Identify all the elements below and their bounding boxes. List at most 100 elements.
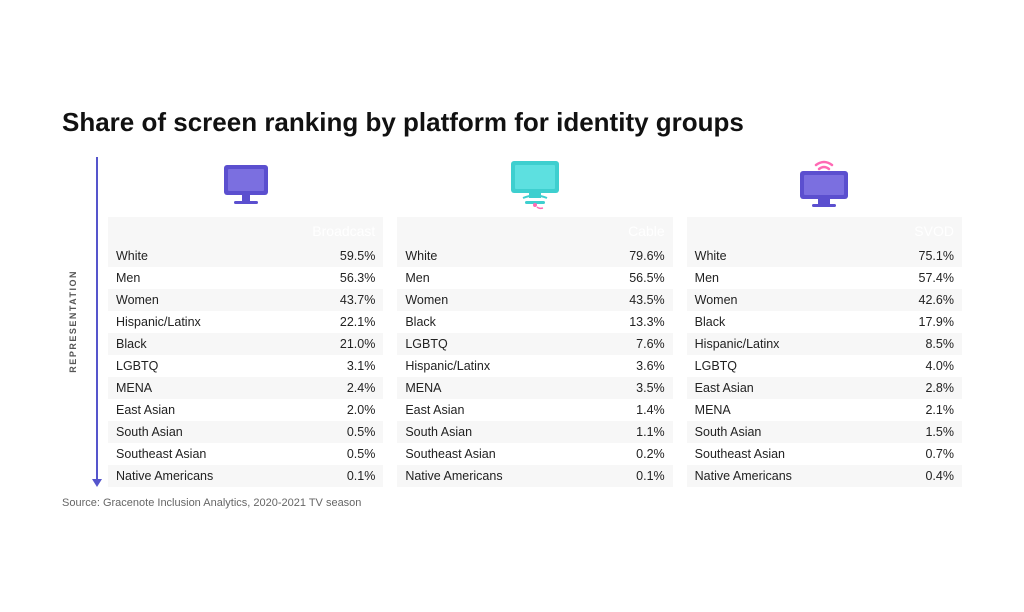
row-label: Men: [108, 267, 297, 289]
chart-area: REPRESENTATION BroadcastWhite59.5%Men56.…: [62, 157, 962, 487]
table-row: East Asian2.0%: [108, 399, 383, 421]
table-row: White79.6%: [397, 245, 672, 267]
table-cable: CableWhite79.6%Men56.5%Women43.5%Black13…: [397, 217, 672, 487]
row-label: Women: [397, 289, 586, 311]
row-label: East Asian: [397, 399, 586, 421]
row-value: 2.4%: [297, 377, 383, 399]
row-value: 0.5%: [297, 443, 383, 465]
table-row: East Asian2.8%: [687, 377, 962, 399]
table-row: MENA3.5%: [397, 377, 672, 399]
row-value: 56.3%: [297, 267, 383, 289]
row-value: 75.1%: [876, 245, 962, 267]
row-value: 0.1%: [297, 465, 383, 487]
table-row: South Asian0.5%: [108, 421, 383, 443]
row-label: Hispanic/Latinx: [687, 333, 876, 355]
table-row: Men57.4%: [687, 267, 962, 289]
row-label: Native Americans: [687, 465, 876, 487]
table-row: Southeast Asian0.2%: [397, 443, 672, 465]
row-label: Black: [687, 311, 876, 333]
table-row: Women42.6%: [687, 289, 962, 311]
representation-arrow: [90, 157, 104, 487]
table-header-cable: Cable: [397, 217, 672, 245]
table-row: Native Americans0.1%: [108, 465, 383, 487]
table-row: MENA2.1%: [687, 399, 962, 421]
row-value: 2.8%: [876, 377, 962, 399]
table-broadcast: BroadcastWhite59.5%Men56.3%Women43.7%His…: [108, 217, 383, 487]
table-row: Southeast Asian0.5%: [108, 443, 383, 465]
row-value: 0.5%: [297, 421, 383, 443]
row-label: White: [108, 245, 297, 267]
arrow-head: [92, 479, 102, 487]
row-value: 21.0%: [297, 333, 383, 355]
table-row: Black13.3%: [397, 311, 672, 333]
platform-svod: SVODWhite75.1%Men57.4%Women42.6%Black17.…: [687, 157, 962, 487]
table-row: Men56.3%: [108, 267, 383, 289]
row-value: 1.5%: [876, 421, 962, 443]
table-row: Native Americans0.1%: [397, 465, 672, 487]
table-row: East Asian1.4%: [397, 399, 672, 421]
cable-tv-icon: [503, 157, 567, 211]
row-value: 43.7%: [297, 289, 383, 311]
table-row: LGBTQ3.1%: [108, 355, 383, 377]
row-value: 3.5%: [587, 377, 673, 399]
row-value: 3.1%: [297, 355, 383, 377]
row-label: Native Americans: [108, 465, 297, 487]
main-container: Share of screen ranking by platform for …: [32, 87, 992, 524]
row-value: 56.5%: [587, 267, 673, 289]
row-label: White: [687, 245, 876, 267]
row-value: 13.3%: [587, 311, 673, 333]
row-label: LGBTQ: [397, 333, 586, 355]
table-header-broadcast: Broadcast: [108, 217, 383, 245]
row-label: South Asian: [397, 421, 586, 443]
row-value: 43.5%: [587, 289, 673, 311]
platform-broadcast: BroadcastWhite59.5%Men56.3%Women43.7%His…: [108, 157, 383, 487]
table-row: South Asian1.5%: [687, 421, 962, 443]
row-value: 1.4%: [587, 399, 673, 421]
row-value: 79.6%: [587, 245, 673, 267]
row-label: East Asian: [108, 399, 297, 421]
source-text: Source: Gracenote Inclusion Analytics, 2…: [62, 497, 962, 509]
row-label: Hispanic/Latinx: [397, 355, 586, 377]
row-label: Women: [687, 289, 876, 311]
table-svod: SVODWhite75.1%Men57.4%Women42.6%Black17.…: [687, 217, 962, 487]
row-value: 42.6%: [876, 289, 962, 311]
table-row: Women43.5%: [397, 289, 672, 311]
row-value: 1.1%: [587, 421, 673, 443]
row-value: 0.4%: [876, 465, 962, 487]
page-title: Share of screen ranking by platform for …: [62, 107, 962, 138]
table-row: Southeast Asian0.7%: [687, 443, 962, 465]
row-label: MENA: [397, 377, 586, 399]
table-row: LGBTQ7.6%: [397, 333, 672, 355]
svod-tv-icon: [792, 157, 856, 211]
row-value: 59.5%: [297, 245, 383, 267]
table-row: MENA2.4%: [108, 377, 383, 399]
row-value: 0.2%: [587, 443, 673, 465]
row-value: 7.6%: [587, 333, 673, 355]
table-row: Hispanic/Latinx8.5%: [687, 333, 962, 355]
row-value: 0.1%: [587, 465, 673, 487]
row-value: 3.6%: [587, 355, 673, 377]
row-value: 57.4%: [876, 267, 962, 289]
table-row: South Asian1.1%: [397, 421, 672, 443]
row-label: Men: [397, 267, 586, 289]
table-header-svod: SVOD: [687, 217, 962, 245]
representation-label-wrapper: REPRESENTATION: [62, 157, 84, 487]
broadcast-tv-icon: [214, 157, 278, 211]
row-label: Women: [108, 289, 297, 311]
table-row: Black17.9%: [687, 311, 962, 333]
row-value: 17.9%: [876, 311, 962, 333]
row-label: Black: [397, 311, 586, 333]
table-row: Native Americans0.4%: [687, 465, 962, 487]
table-row: Men56.5%: [397, 267, 672, 289]
tables-container: BroadcastWhite59.5%Men56.3%Women43.7%His…: [108, 157, 962, 487]
row-label: Hispanic/Latinx: [108, 311, 297, 333]
row-label: LGBTQ: [687, 355, 876, 377]
row-label: LGBTQ: [108, 355, 297, 377]
row-label: Native Americans: [397, 465, 586, 487]
arrow-line: [96, 157, 98, 479]
platform-cable: CableWhite79.6%Men56.5%Women43.5%Black13…: [397, 157, 672, 487]
representation-label: REPRESENTATION: [68, 270, 78, 373]
row-label: South Asian: [108, 421, 297, 443]
row-label: Southeast Asian: [687, 443, 876, 465]
row-label: East Asian: [687, 377, 876, 399]
